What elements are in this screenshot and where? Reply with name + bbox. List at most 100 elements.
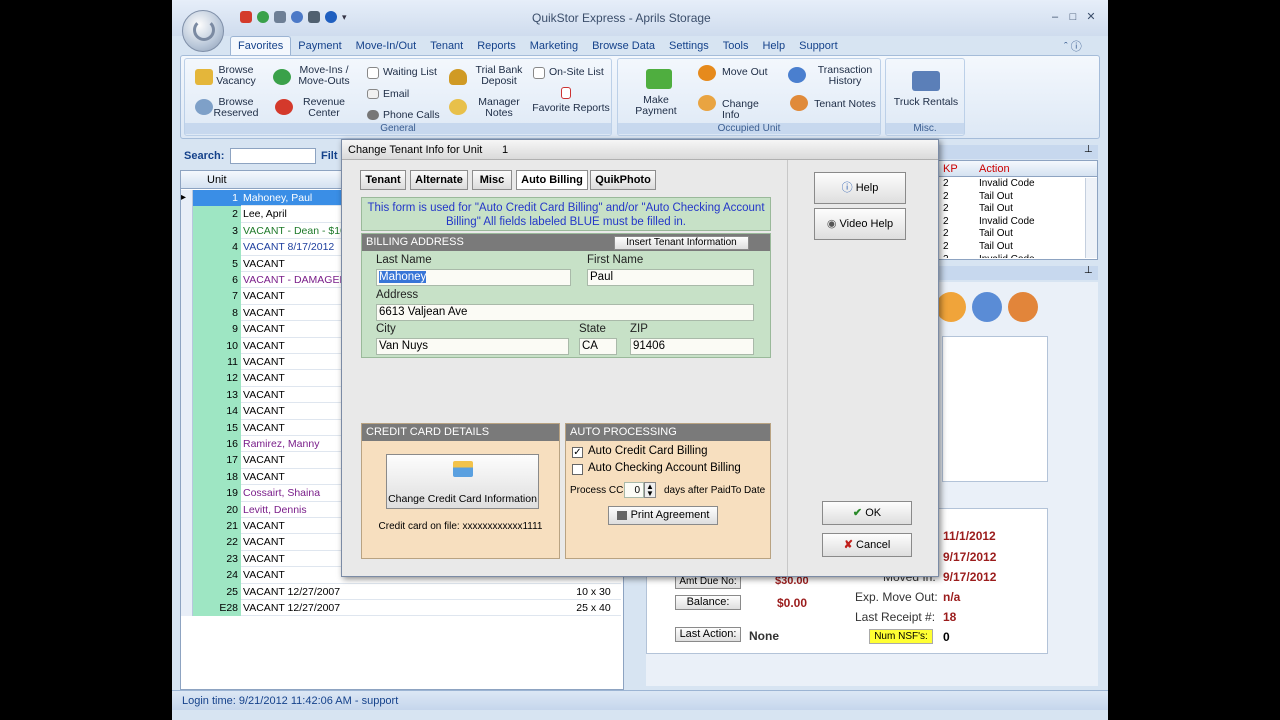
action-log-scrollbar[interactable]: [1085, 178, 1097, 258]
tenant-notes-icon: [790, 95, 808, 111]
action-row[interactable]: 2 Tail Out: [939, 228, 1085, 240]
unit-cell: 5: [193, 255, 241, 272]
table-row[interactable]: E28 VACANT 12/27/2007 25 x 40: [181, 600, 623, 617]
pin-icon[interactable]: ⊥: [1084, 144, 1093, 155]
user-alert-icon[interactable]: [936, 292, 966, 322]
truck-rentals-button[interactable]: Truck Rentals: [888, 67, 964, 108]
change-info-button[interactable]: Change Info: [698, 95, 778, 121]
tab-tenant[interactable]: Tenant: [423, 37, 470, 55]
settings-icon[interactable]: [308, 11, 320, 24]
process-days-field[interactable]: 0: [624, 482, 644, 498]
zip-field[interactable]: 91406: [630, 338, 754, 355]
process-days-spinner[interactable]: ▲ ▼: [644, 482, 656, 498]
globe-icon[interactable]: [972, 292, 1002, 322]
state-field[interactable]: CA: [579, 338, 617, 355]
close-button[interactable]: ✕: [1084, 10, 1098, 24]
tab-quikphoto[interactable]: QuikPhoto: [590, 170, 656, 190]
manager-notes-button[interactable]: Manager Notes: [447, 97, 527, 119]
table-row[interactable]: 25 VACANT 12/27/2007 10 x 30: [181, 583, 623, 600]
unit-cell: 17: [193, 452, 241, 469]
unit-column-header[interactable]: Unit: [207, 174, 227, 186]
customize-arrow-icon[interactable]: ▾: [342, 12, 347, 22]
action-row[interactable]: 2 Tail Out: [939, 241, 1085, 253]
transaction-history-button[interactable]: Transaction History: [788, 65, 880, 87]
action-row[interactable]: 2 Invalid Code: [939, 178, 1085, 190]
tab-reports[interactable]: Reports: [470, 37, 523, 55]
cancel-button[interactable]: ✘ Cancel: [822, 533, 912, 557]
help-button[interactable]: ⓘ Help: [814, 172, 906, 204]
action-cell: Tail Out: [979, 190, 1013, 202]
app-menu-orb[interactable]: [182, 10, 224, 52]
tab-auto-billing[interactable]: Auto Billing: [516, 170, 588, 190]
amt-due-button[interactable]: Amt Due No:: [675, 575, 741, 589]
minimize-button[interactable]: –: [1048, 10, 1062, 24]
quick-access-toolbar: ▾: [240, 11, 347, 27]
tab-tenant[interactable]: Tenant: [360, 170, 406, 190]
maximize-button[interactable]: □: [1066, 10, 1080, 24]
kp-cell: 2: [943, 203, 949, 215]
trial-bank-deposit-button[interactable]: Trial Bank Deposit: [447, 65, 527, 87]
onsite-list-button[interactable]: On-Site List: [531, 67, 611, 79]
unit-cell: 4: [193, 239, 241, 256]
row-indicator: [181, 222, 193, 240]
billing-notice: This form is used for "Auto Credit Card …: [361, 197, 771, 231]
info-icon[interactable]: [325, 11, 337, 24]
city-field[interactable]: Van Nuys: [376, 338, 569, 355]
move-ins-outs-button[interactable]: Move-Ins / Move-Outs: [271, 65, 351, 87]
favorite-reports-button[interactable]: Favorite Reports: [531, 87, 611, 114]
zip-label: ZIP: [630, 323, 648, 335]
action-row[interactable]: 2 Tail Out: [939, 203, 1085, 215]
change-credit-card-button[interactable]: Change Credit Card Information: [386, 454, 539, 509]
auto-checking-checkbox[interactable]: [572, 464, 583, 475]
video-help-button[interactable]: ◉ Video Help: [814, 208, 906, 240]
action-cell: Invalid Code: [979, 178, 1035, 189]
unit-cell: 15: [193, 419, 241, 436]
move-out-button[interactable]: Move Out: [698, 65, 778, 81]
moved-in-value: 9/17/2012: [943, 570, 997, 584]
user-icon[interactable]: [1008, 292, 1038, 322]
last-name-field[interactable]: Mahoney: [376, 269, 571, 286]
waiting-list-button[interactable]: Waiting List: [363, 67, 447, 79]
revenue-center-button[interactable]: Revenue Center: [271, 97, 351, 119]
ribbon-collapse-icon[interactable]: ˆ ⓘ: [1064, 38, 1082, 54]
tab-browse-data[interactable]: Browse Data: [585, 37, 662, 55]
exit-icon[interactable]: [240, 11, 252, 24]
row-indicator: [181, 386, 193, 404]
action-row[interactable]: 2 Invalid Code: [939, 216, 1085, 228]
refresh-icon[interactable]: [257, 11, 269, 24]
row-indicator: [181, 436, 193, 453]
pin-icon[interactable]: ⊥: [1084, 265, 1093, 276]
kp-cell: 2: [943, 241, 949, 252]
tab-tools[interactable]: Tools: [716, 37, 756, 55]
address-field[interactable]: 6613 Valjean Ave: [376, 304, 754, 321]
tab-settings[interactable]: Settings: [662, 37, 716, 55]
tab-marketing[interactable]: Marketing: [523, 37, 585, 55]
tab-misc[interactable]: Misc: [472, 170, 512, 190]
first-name-field[interactable]: Paul: [587, 269, 754, 286]
billing-address-section: BILLING ADDRESS Insert Tenant Informatio…: [361, 233, 771, 358]
search-input[interactable]: [230, 148, 316, 164]
insert-tenant-info-button[interactable]: Insert Tenant Information: [614, 236, 749, 250]
tab-move-in-out[interactable]: Move-In/Out: [349, 37, 424, 55]
tools-icon[interactable]: [274, 11, 286, 24]
tenant-notes-button[interactable]: Tenant Notes: [788, 95, 880, 111]
tab-support[interactable]: Support: [792, 37, 845, 55]
browse-vacancy-button[interactable]: Browse Vacancy: [189, 65, 259, 87]
balance-button[interactable]: Balance:: [675, 595, 741, 610]
tab-help[interactable]: Help: [755, 37, 792, 55]
action-row[interactable]: 2 Invalid Code: [939, 254, 1085, 258]
print-agreement-button[interactable]: Print Agreement: [608, 506, 718, 525]
tab-alternate[interactable]: Alternate: [410, 170, 468, 190]
tab-favorites[interactable]: Favorites: [230, 36, 292, 55]
phone-calls-button[interactable]: Phone Calls: [363, 110, 447, 121]
action-row[interactable]: 2 Tail Out: [939, 191, 1085, 203]
last-action-button[interactable]: Last Action:: [675, 627, 741, 642]
tab-payment[interactable]: Payment: [291, 37, 348, 55]
globe-icon[interactable]: [291, 11, 303, 24]
auto-cc-checkbox[interactable]: ✓: [572, 447, 583, 458]
nsf-button[interactable]: Num NSF's:: [869, 629, 933, 644]
make-payment-button[interactable]: Make Payment: [622, 67, 690, 117]
browse-reserved-button[interactable]: Browse Reserved: [189, 97, 259, 119]
ok-button[interactable]: ✔ OK: [822, 501, 912, 525]
email-button[interactable]: Email: [363, 89, 447, 100]
